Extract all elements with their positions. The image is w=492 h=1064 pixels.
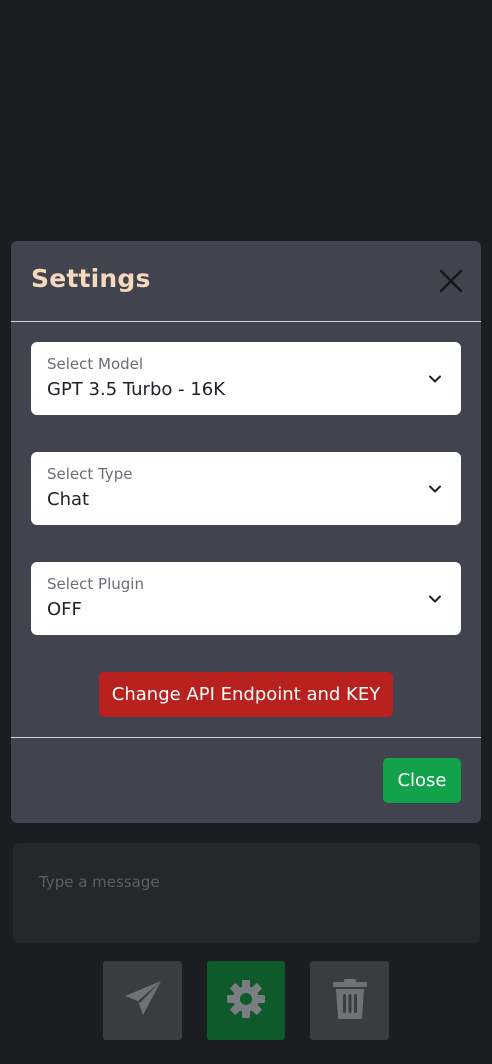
message-input[interactable]: Type a message [13, 843, 480, 943]
modal-title: Settings [31, 264, 151, 293]
gear-icon [226, 979, 266, 1023]
app-page: Settings Select Model GPT 3.5 Turbo - 16… [0, 0, 492, 1064]
footer-divider [11, 737, 481, 738]
type-select[interactable]: Select Type Chat [31, 452, 461, 525]
plugin-select[interactable]: Select Plugin OFF [31, 562, 461, 635]
type-select-label: Select Type [47, 465, 133, 483]
model-select[interactable]: Select Model GPT 3.5 Turbo - 16K [31, 342, 461, 415]
settings-button[interactable] [207, 961, 285, 1040]
delete-button[interactable] [310, 961, 389, 1040]
plugin-select-value: OFF [47, 599, 82, 620]
paper-plane-icon [121, 977, 165, 1025]
chevron-down-icon [428, 481, 442, 495]
change-api-button[interactable]: Change API Endpoint and KEY [99, 672, 393, 717]
model-select-value: GPT 3.5 Turbo - 16K [47, 379, 226, 400]
settings-modal: Settings Select Model GPT 3.5 Turbo - 16… [11, 241, 481, 823]
model-select-label: Select Model [47, 355, 144, 373]
chevron-down-icon [428, 591, 442, 605]
type-select-value: Chat [47, 489, 90, 510]
send-button[interactable] [103, 961, 182, 1040]
message-placeholder: Type a message [39, 873, 160, 891]
plugin-select-label: Select Plugin [47, 575, 144, 593]
close-button[interactable]: Close [383, 758, 461, 803]
trash-icon [332, 978, 368, 1024]
chevron-down-icon [428, 371, 442, 385]
close-icon[interactable] [439, 269, 463, 293]
modal-header: Settings [11, 241, 481, 322]
